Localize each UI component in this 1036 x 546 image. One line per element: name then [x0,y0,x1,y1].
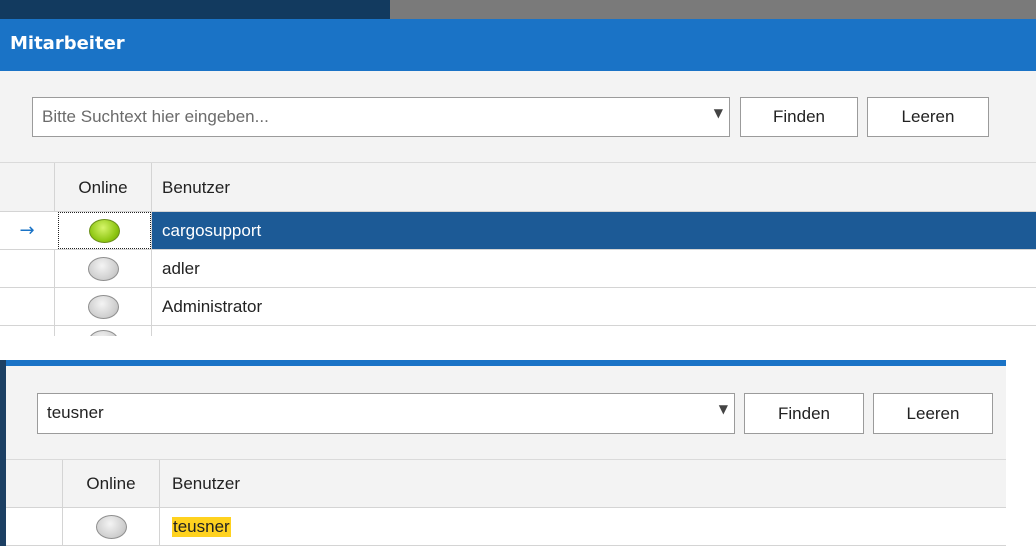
offline-status-icon [87,294,119,319]
clear-button[interactable]: Leeren [873,393,993,434]
employee-panel-filtered: teusner ▼ Finden Leeren Online Benutzer … [0,360,1006,546]
user-name-cell[interactable]: adler [151,250,1036,287]
search-value: teusner [47,403,104,422]
active-tab-indicator[interactable] [0,0,390,19]
online-status-cell[interactable] [54,326,151,336]
tab-strip [0,0,1036,19]
online-status-cell[interactable] [62,508,159,545]
user-name-cell[interactable] [151,326,1036,336]
find-button[interactable]: Finden [744,393,864,434]
find-button[interactable]: Finden [740,97,858,137]
grid-header: Online Benutzer [0,163,1036,212]
panel-title: Mitarbeiter [10,33,125,54]
arrow-right-icon: → [19,220,35,241]
user-name-cell[interactable]: Administrator [151,288,1036,325]
screenshot-separator [0,336,1036,360]
user-name-cell[interactable]: cargosupport [151,212,1036,249]
search-toolbar: Bitte Suchtext hier eingeben... ▼ Finden… [0,71,1036,163]
table-row[interactable]: adler [0,250,1036,288]
online-status-cell[interactable] [54,288,151,325]
search-combobox[interactable]: teusner ▼ [37,393,735,434]
search-combobox[interactable]: Bitte Suchtext hier eingeben... ▼ [32,97,730,137]
offline-status-icon [95,514,127,539]
online-status-cell[interactable] [54,250,151,287]
search-match-highlight: teusner [172,516,231,537]
column-header-online[interactable]: Online [54,163,151,212]
column-header-user[interactable]: Benutzer [151,163,1036,212]
table-row-partial[interactable] [0,326,1036,336]
table-row[interactable]: Administrator [0,288,1036,326]
employee-panel: Mitarbeiter Bitte Suchtext hier eingeben… [0,0,1036,336]
panel-left-edge [0,360,6,546]
search-toolbar: teusner ▼ Finden Leeren [0,366,1006,460]
table-row[interactable]: teusner [0,508,1006,546]
online-status-cell[interactable] [58,212,151,249]
online-status-icon [89,218,120,243]
user-name-cell[interactable]: teusner [159,508,1006,545]
table-row[interactable]: → cargosupport [0,212,1036,250]
search-placeholder: Bitte Suchtext hier eingeben... [42,107,269,126]
chevron-down-icon[interactable]: ▼ [714,106,723,120]
chevron-down-icon[interactable]: ▼ [719,402,728,416]
column-header-user[interactable]: Benutzer [159,460,1006,508]
panel-header: Mitarbeiter [0,19,1036,71]
offline-status-icon [87,256,119,281]
clear-button[interactable]: Leeren [867,97,989,137]
column-header-online[interactable]: Online [62,460,159,508]
grid-header: Online Benutzer [0,460,1006,508]
